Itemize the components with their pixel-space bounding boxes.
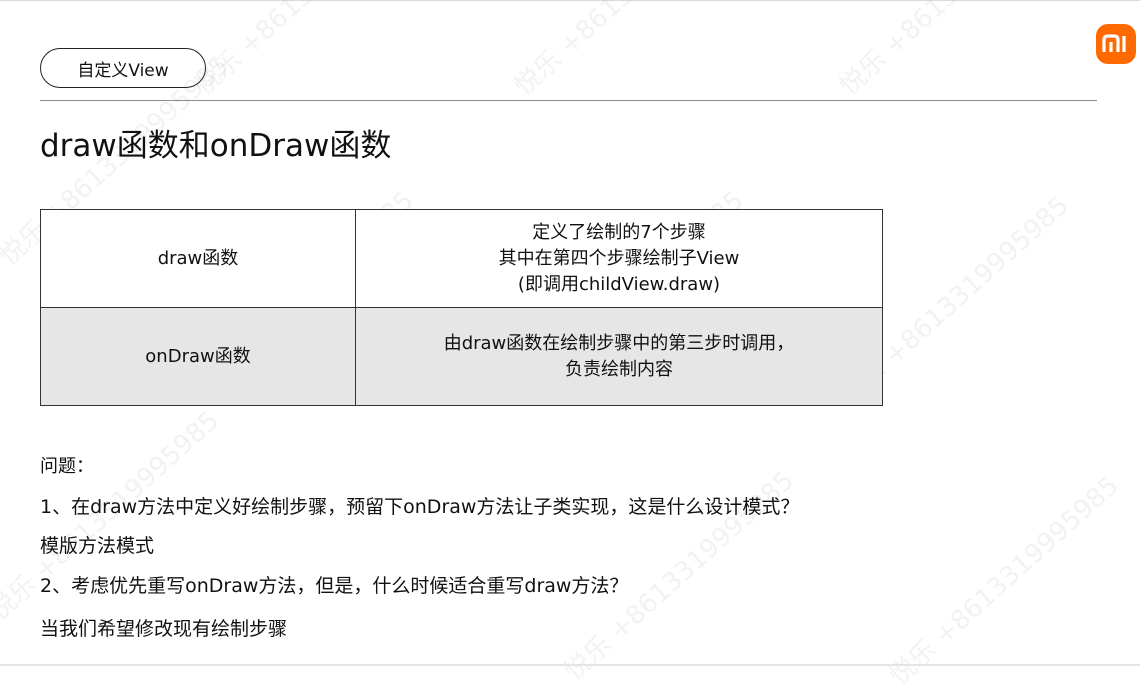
mi-logo-icon — [1102, 34, 1126, 52]
table-cell-name: onDraw函数 — [40, 307, 356, 406]
question-1: 1、在draw方法中定义好绘制步骤，预留下onDraw方法让子类实现，这是什么设… — [40, 496, 800, 518]
desc-line: 负责绘制内容 — [565, 358, 673, 380]
section-tag-label: 自定义View — [77, 60, 169, 81]
question-2: 2、考虑优先重写onDraw方法，但是，什么时候适合重写draw方法？ — [40, 575, 629, 597]
questions-heading: 问题： — [40, 456, 94, 477]
table-row: draw函数 定义了绘制的7个步骤 其中在第四个步骤绘制子View (即调用ch… — [40, 209, 883, 308]
watermark: 悦乐 +8613319995985 — [830, 0, 1076, 102]
watermark: 悦乐 +8613319995985 — [505, 0, 751, 102]
mi-logo — [1096, 24, 1136, 64]
table-cell-name: draw函数 — [40, 209, 356, 308]
table-cell-desc: 定义了绘制的7个步骤 其中在第四个步骤绘制子View (即调用childView… — [355, 209, 883, 308]
table-row: onDraw函数 由draw函数在绘制步骤中的第三步时调用， 负责绘制内容 — [40, 307, 883, 406]
answer-2: 当我们希望修改现有绘制步骤 — [40, 618, 288, 640]
watermark: 悦乐 +8613319995985 — [884, 470, 1125, 692]
definition-table: draw函数 定义了绘制的7个步骤 其中在第四个步骤绘制子View (即调用ch… — [40, 209, 883, 406]
desc-line: (即调用childView.draw) — [517, 273, 721, 295]
desc-line: 定义了绘制的7个步骤 — [532, 221, 706, 243]
desc-line: 由draw函数在绘制步骤中的第三步时调用， — [443, 332, 795, 354]
desc-line: 其中在第四个步骤绘制子View — [498, 247, 740, 269]
page-title: draw函数和onDraw函数 — [40, 128, 392, 164]
answer-1: 模版方法模式 — [40, 535, 155, 557]
section-tag: 自定义View — [40, 48, 206, 88]
table-cell-desc: 由draw函数在绘制步骤中的第三步时调用， 负责绘制内容 — [355, 307, 883, 406]
header-divider — [40, 100, 1097, 101]
top-border — [0, 0, 1140, 1]
watermark: 悦乐 +8613319995985 — [185, 0, 431, 102]
